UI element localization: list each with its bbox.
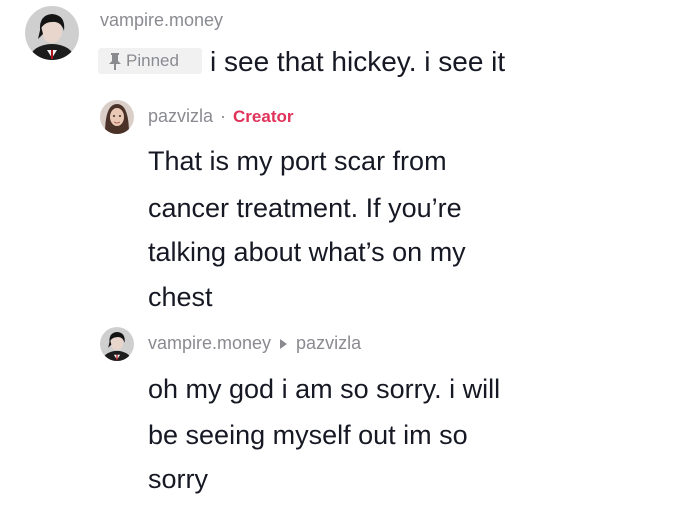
reply-header: vampire.money pazvizla [148,333,361,354]
comment-text-line: That is my port scar from [148,146,447,176]
avatar-pazvizla[interactable] [100,100,134,134]
comment-text-line: talking about what’s on my [148,237,466,267]
comment-text: i see that hickey. i see it [210,46,506,77]
comment-text-line: sorry [148,464,208,494]
creator-badge: Creator [233,106,294,126]
pin-icon [108,52,122,70]
comment-text-line: oh my god i am so sorry. i will [148,374,501,404]
avatar-vampire-money[interactable] [25,6,79,60]
pinned-badge: Pinned [98,48,202,74]
comment-username[interactable]: vampire.money [148,333,271,354]
comment-text-line: chest [148,282,213,312]
comment-username[interactable]: vampire.money [100,10,223,31]
reply-to-username[interactable]: pazvizla [296,333,361,354]
reply-arrow-icon [280,338,288,349]
comment-text-line: be seeing myself out im so [148,420,468,450]
comment-text-line: cancer treatment. If you’re [148,193,462,223]
avatar-vampire-money[interactable] [100,327,134,361]
comment-username[interactable]: pazvizla [148,106,213,127]
pinned-label: Pinned [126,51,179,70]
creator-reply-header: pazvizla · Creator [148,106,294,127]
separator-dot: · [220,106,227,126]
